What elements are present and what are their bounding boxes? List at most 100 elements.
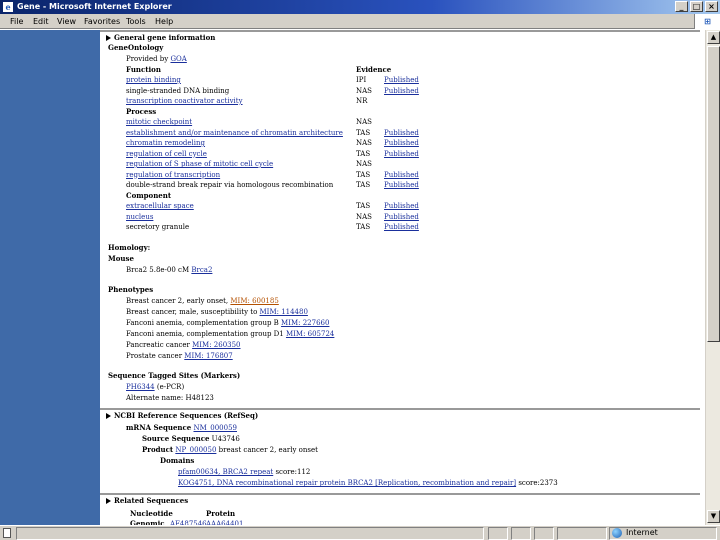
published-link[interactable]: Published: [384, 86, 419, 96]
page-done-icon: [3, 528, 11, 538]
section-divider: [100, 408, 700, 410]
go-evidence: TAS: [356, 181, 371, 189]
evidence-label: Evidence: [356, 65, 392, 74]
general-info-header[interactable]: General gene information: [100, 33, 705, 43]
phenotype-row: Pancreatic cancer MIM: 260350: [126, 340, 241, 350]
window-controls: _ □ ×: [675, 1, 718, 12]
maximize-button[interactable]: □: [690, 1, 703, 12]
provided-by: Provided by GOA: [126, 54, 187, 64]
domain-row: KOG4751, DNA recombinational repair prot…: [178, 478, 558, 488]
published-link[interactable]: Published: [384, 222, 419, 232]
published-link[interactable]: Published: [384, 149, 419, 159]
zone-label: Internet: [626, 528, 658, 537]
status-panel: [488, 527, 508, 540]
menu-view[interactable]: View: [57, 14, 76, 29]
go-term[interactable]: extracellular space: [126, 201, 194, 211]
mim-link[interactable]: MIM: 260350: [192, 340, 240, 350]
section-title: General gene information: [114, 33, 216, 42]
phenotype-text: Pancreatic cancer: [126, 341, 190, 349]
domain-link[interactable]: KOG4751, DNA recombinational repair prot…: [178, 478, 516, 488]
go-term[interactable]: mitotic checkpoint: [126, 117, 192, 127]
component-label: Component: [126, 191, 172, 200]
source-row: Source Sequence U43746: [142, 434, 240, 444]
published-link[interactable]: Published: [384, 138, 419, 148]
vertical-scrollbar[interactable]: ▲ ▼: [705, 30, 720, 525]
phenotype-text: Breast cancer 2, early onset,: [126, 297, 229, 305]
section-divider: [100, 30, 700, 32]
phenotypes-heading: Phenotypes: [108, 285, 154, 294]
domain-score: score:2373: [518, 479, 558, 487]
mim-link[interactable]: MIM: 114480: [260, 307, 308, 317]
col-nucleotide: Nucleotide: [130, 509, 173, 518]
mrna-label: mRNA Sequence: [126, 423, 192, 432]
phenotype-text: Prostate cancer: [126, 352, 183, 360]
homology-link[interactable]: Brca2: [191, 265, 212, 275]
go-term[interactable]: regulation of S phase of mitotic cell cy…: [126, 159, 273, 169]
sts-marker-link[interactable]: PH6344: [126, 382, 155, 392]
phenotype-row: Breast cancer 2, early onset, MIM: 60018…: [126, 296, 279, 306]
published-link[interactable]: Published: [384, 180, 419, 190]
related-header[interactable]: Related Sequences: [100, 496, 705, 506]
status-panel: [511, 527, 531, 540]
go-term: double-strand break repair via homologou…: [126, 181, 334, 189]
published-link[interactable]: Published: [384, 212, 419, 222]
published-link[interactable]: Published: [384, 75, 419, 85]
scroll-down-icon[interactable]: ▼: [707, 510, 720, 523]
published-link[interactable]: Published: [384, 128, 419, 138]
scroll-up-icon[interactable]: ▲: [707, 31, 720, 44]
menu-file[interactable]: File: [10, 14, 23, 29]
published-link[interactable]: Published: [384, 170, 419, 180]
go-evidence: TAS: [356, 149, 371, 158]
menu-tools[interactable]: Tools: [126, 14, 146, 29]
mim-link[interactable]: MIM: 227660: [281, 318, 329, 328]
gene-page-content: General gene information GeneOntology Pr…: [100, 30, 705, 525]
expand-triangle-icon[interactable]: [106, 35, 111, 41]
go-evidence: TAS: [356, 128, 371, 137]
close-button[interactable]: ×: [705, 1, 718, 12]
published-link[interactable]: Published: [384, 201, 419, 211]
go-evidence: NAS: [356, 139, 372, 147]
domain-score: score:112: [275, 468, 311, 476]
sts-marker-suffix: (e-PCR): [156, 383, 185, 391]
expand-triangle-icon[interactable]: [106, 413, 111, 419]
go-term[interactable]: establishment and/or maintenance of chro…: [126, 128, 343, 138]
section-title: Related Sequences: [114, 496, 189, 505]
product-row: Product NP_000050 breast cancer 2, early…: [142, 445, 318, 455]
homology-organism: Mouse: [108, 254, 134, 263]
status-panel-main: [16, 527, 484, 540]
mim-link[interactable]: MIM: 605724: [286, 329, 334, 339]
product-label: Product: [142, 445, 174, 454]
go-term[interactable]: protein binding: [126, 75, 181, 85]
product-link[interactable]: NP_000050: [175, 445, 216, 455]
mim-link[interactable]: MIM: 600185: [230, 296, 278, 306]
refseq-header[interactable]: NCBI Reference Sequences (RefSeq): [100, 411, 705, 421]
goa-link[interactable]: GOA: [170, 54, 186, 64]
left-sidebar: [0, 30, 100, 525]
product-desc: breast cancer 2, early onset: [218, 446, 318, 454]
minimize-button[interactable]: _: [675, 1, 688, 12]
go-term[interactable]: regulation of transcription: [126, 170, 220, 180]
menu-edit[interactable]: Edit: [33, 14, 49, 29]
mim-link[interactable]: MIM: 176807: [184, 351, 232, 361]
status-panel: [534, 527, 554, 540]
scroll-thumb[interactable]: [707, 46, 720, 342]
domain-link[interactable]: pfam00634, BRCA2 repeat: [178, 467, 273, 477]
go-evidence: TAS: [356, 223, 371, 231]
mrna-row: mRNA Sequence NM_000059: [126, 423, 237, 433]
go-term[interactable]: nucleus: [126, 212, 153, 222]
go-heading: GeneOntology: [108, 43, 164, 52]
menu-help[interactable]: Help: [155, 14, 173, 29]
go-evidence: NAS: [356, 86, 372, 95]
go-term[interactable]: regulation of cell cycle: [126, 149, 207, 159]
expand-triangle-icon[interactable]: [106, 498, 111, 504]
menu-favorites[interactable]: Favorites: [84, 14, 120, 29]
section-divider: [100, 493, 700, 495]
go-term[interactable]: chromatin remodeling: [126, 138, 205, 148]
go-evidence: TAS: [356, 170, 371, 179]
ie-app-icon: e: [3, 2, 13, 12]
mrna-link[interactable]: NM_000059: [193, 423, 237, 433]
domains-label: Domains: [160, 456, 195, 465]
phenotype-row: Breast cancer, male, susceptibility to M…: [126, 307, 308, 317]
go-term[interactable]: transcription coactivator activity: [126, 96, 243, 106]
source-label: Source Sequence: [142, 434, 210, 443]
